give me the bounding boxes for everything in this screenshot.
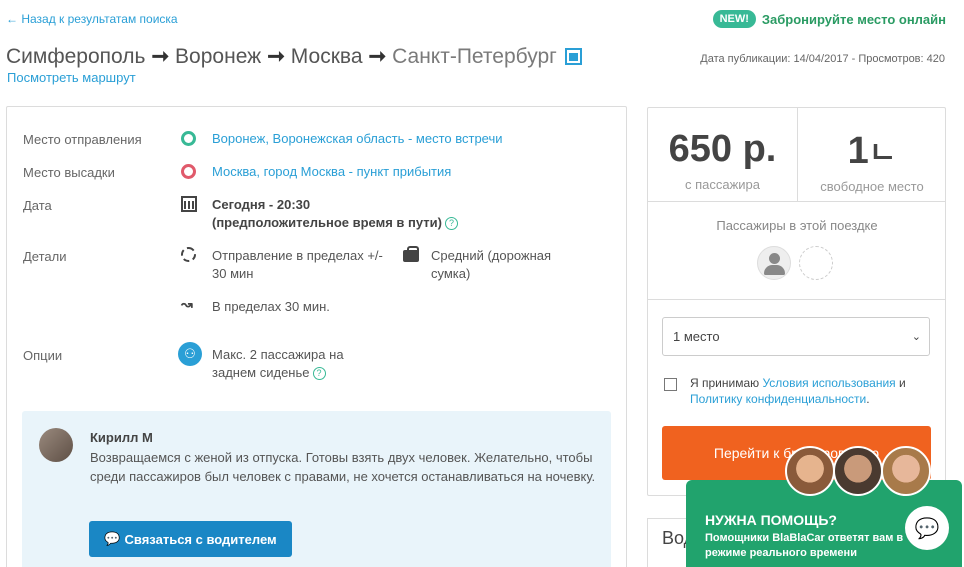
route-arrow: ➞ bbox=[368, 45, 387, 68]
terms-suffix: . bbox=[866, 392, 870, 406]
detour-icon: ↝ bbox=[181, 296, 193, 312]
detour-text: В пределах 30 мин. bbox=[212, 299, 330, 314]
driver-avatar[interactable] bbox=[39, 428, 73, 462]
contact-driver-button[interactable]: 💬 Связаться с водителем bbox=[89, 521, 292, 557]
departure-pin-icon bbox=[181, 131, 196, 146]
driver-message: Возвращаемся с женой из отпуска. Готовы … bbox=[90, 450, 596, 484]
help-subtitle: Помощники BlaBlaCar ответят вам в режиме… bbox=[705, 532, 904, 559]
date-calendar-icon bbox=[181, 196, 197, 212]
support-agent-avatar bbox=[833, 446, 883, 496]
route-arrow: ➞ bbox=[151, 45, 170, 68]
seats-left-value: 1 bbox=[847, 130, 869, 172]
terms-text: Я принимаю Условия использования и Полити… bbox=[690, 375, 935, 407]
help-title: НУЖНА ПОМОЩЬ? bbox=[705, 512, 837, 528]
chat-bubble-icon: 💬 bbox=[104, 531, 121, 546]
help-icon[interactable]: ? bbox=[312, 367, 326, 381]
date-value: Сегодня - 20:30 bbox=[212, 197, 311, 212]
support-agent-avatar bbox=[785, 446, 835, 496]
help-icon[interactable]: ? bbox=[444, 217, 458, 231]
help-chat-widget[interactable]: НУЖНА ПОМОЩЬ? Помощники BlaBlaCar ответя… bbox=[686, 480, 962, 567]
date-label: Дата bbox=[23, 198, 52, 213]
route-city-destination: Санкт-Петербург bbox=[392, 44, 557, 68]
new-badge: NEW! bbox=[712, 10, 756, 28]
route-city-moscow: Москва bbox=[290, 44, 363, 68]
trip-details-panel: Место отправления Воронеж, Воронежская о… bbox=[6, 106, 627, 567]
route-title: Симферополь ➞ Воронеж ➞ Москва ➞ Санкт-П… bbox=[6, 44, 582, 69]
terms-and: и bbox=[895, 376, 906, 390]
view-route-link[interactable]: Посмотреть маршрут bbox=[7, 70, 136, 85]
luggage-icon bbox=[403, 246, 419, 262]
driver-message-box: Кирилл М Возвращаемся с женой из отпуска… bbox=[22, 411, 611, 567]
luggage-text: Средний (дорожная сумка) bbox=[431, 248, 552, 281]
route-city-voronezh: Воронеж bbox=[175, 44, 262, 68]
privacy-link[interactable]: Политику конфиденциальности bbox=[690, 392, 866, 406]
seats-label: свободное место bbox=[820, 179, 924, 194]
chevron-down-icon: ⌄ bbox=[911, 331, 921, 343]
seat-count-value: 1 место bbox=[673, 329, 720, 344]
passenger-avatar-icon[interactable] bbox=[757, 246, 791, 280]
price-label: с пассажира bbox=[684, 177, 761, 192]
chat-icon[interactable]: 💬 bbox=[905, 506, 949, 550]
date-note: (предположительное время в пути) bbox=[212, 215, 442, 230]
booking-panel: 650 р. с пассажира 1ㄴ свободное место Па… bbox=[647, 107, 946, 496]
price-value: 650 р. bbox=[668, 128, 777, 170]
publication-info: Дата публикации: 14/04/2017 - Просмотров… bbox=[700, 53, 945, 65]
options-label: Опции bbox=[23, 348, 63, 363]
seat-icon: ㄴ bbox=[868, 137, 897, 170]
online-booking-banner[interactable]: NEW! Забронируйте место онлайн bbox=[712, 10, 946, 28]
route-arrow: ➞ bbox=[267, 45, 285, 68]
empty-seat-avatar bbox=[799, 246, 833, 280]
departure-window-icon bbox=[181, 247, 196, 262]
seats-box: 1ㄴ свободное место bbox=[798, 108, 946, 202]
dropoff-pin-icon bbox=[181, 164, 196, 179]
back-to-results-link[interactable]: ← Назад к результатам поиска bbox=[6, 12, 178, 26]
terms-prefix: Я принимаю bbox=[690, 376, 763, 390]
driver-name[interactable]: Кирилл М bbox=[90, 430, 153, 445]
passengers-icon: ⚇ bbox=[178, 342, 202, 366]
passengers-title: Пассажиры в этой поездке bbox=[716, 218, 878, 233]
divider bbox=[648, 299, 946, 300]
contact-driver-label: Связаться с водителем bbox=[124, 531, 277, 547]
dropoff-label: Место высадки bbox=[23, 165, 115, 180]
dropoff-value[interactable]: Москва, город Москва - пункт прибытия bbox=[212, 163, 451, 181]
departure-window-text: Отправление в пределах +/- 30 мин bbox=[212, 248, 383, 281]
calendar-icon[interactable] bbox=[564, 48, 582, 65]
terms-checkbox[interactable] bbox=[664, 378, 677, 391]
online-booking-text: Забронируйте место онлайн bbox=[761, 11, 946, 27]
departure-label: Место отправления bbox=[23, 132, 142, 147]
seat-count-select[interactable]: 1 место ⌄ bbox=[662, 317, 930, 356]
terms-link[interactable]: Условия использования bbox=[762, 376, 895, 390]
price-box: 650 р. с пассажира bbox=[648, 108, 798, 202]
support-agent-avatar bbox=[881, 446, 931, 496]
departure-value[interactable]: Воронеж, Воронежская область - место вст… bbox=[212, 130, 503, 148]
route-city-origin: Симферополь bbox=[6, 44, 146, 68]
details-label: Детали bbox=[23, 249, 67, 264]
